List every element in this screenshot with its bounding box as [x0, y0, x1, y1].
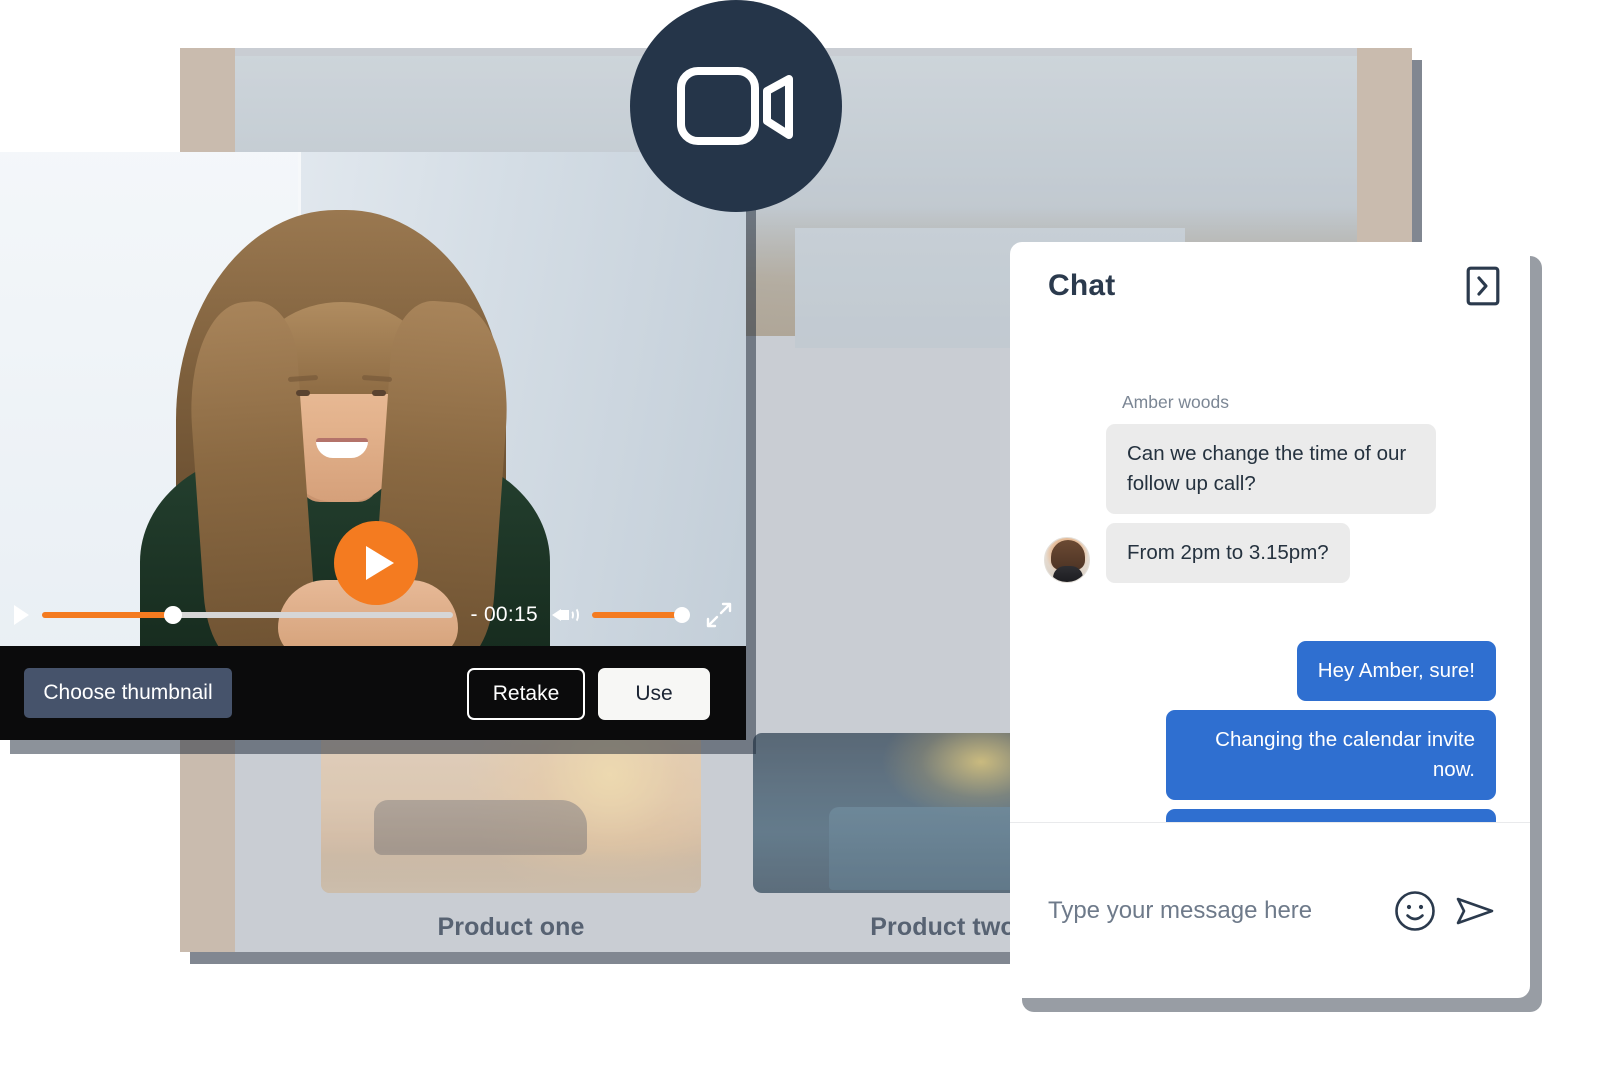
chat-bubble-incoming: From 2pm to 3.15pm?: [1106, 523, 1350, 583]
volume-on-icon[interactable]: [552, 603, 580, 627]
send-paper-plane-icon[interactable]: [1454, 890, 1496, 932]
video-recorder-card: - 00:15 Choose thumbnail Retake Use: [0, 152, 746, 740]
play-icon: [366, 546, 394, 580]
play-icon[interactable]: [14, 605, 29, 625]
chat-sender-name: Amber woods: [1122, 392, 1229, 412]
product-one-title: Product one: [437, 913, 585, 941]
chat-message-row: Let me know if you have any other questi…: [1044, 809, 1496, 822]
time-remaining-label: - 00:15: [470, 603, 538, 626]
screenshot-stage: RODUCT NAME]. As a valued ls and promoti…: [0, 0, 1622, 1066]
chat-bubble-incoming: Can we change the time of our follow up …: [1106, 424, 1436, 514]
video-camera-badge: [630, 0, 842, 212]
video-progress-slider[interactable]: [42, 606, 453, 624]
avatar: [1044, 537, 1090, 583]
video-transport-controls: - 00:15: [0, 584, 746, 646]
chat-message-row: Can we change the time of our follow up …: [1044, 424, 1496, 514]
product-one-image: [321, 733, 701, 893]
chat-bubble-outgoing: Let me know if you have any other questi…: [1166, 809, 1496, 822]
chat-message-row: Hey Amber, sure!: [1044, 641, 1496, 701]
chat-panel: Chat Amber woods Can we change the time …: [1010, 242, 1530, 998]
use-button[interactable]: Use: [598, 668, 710, 720]
chat-bubble-outgoing: Hey Amber, sure!: [1296, 641, 1496, 701]
chat-title: Chat: [1048, 269, 1116, 302]
presenter-eye-right: [372, 390, 386, 396]
volume-slider[interactable]: [592, 607, 690, 623]
volume-wave-large: [570, 607, 579, 623]
smiley-face-icon[interactable]: [1394, 890, 1436, 932]
video-action-bar: Choose thumbnail Retake Use: [0, 646, 746, 740]
chat-message-row: From 2pm to 3.15pm?: [1044, 523, 1496, 583]
presenter-eye-left: [296, 390, 310, 396]
expand-icon[interactable]: [706, 602, 732, 628]
video-camera-icon: [677, 67, 793, 145]
chat-message-row: Changing the calendar invite now.: [1044, 710, 1496, 800]
video-preview[interactable]: - 00:15: [0, 152, 746, 646]
chat-bubble-outgoing: Changing the calendar invite now.: [1166, 710, 1496, 800]
chat-message-input[interactable]: [1048, 896, 1376, 925]
retake-button[interactable]: Retake: [467, 668, 585, 720]
chat-message-list: Amber woods Can we change the time of ou…: [1010, 330, 1530, 822]
video-progress-handle[interactable]: [164, 606, 183, 624]
collapse-panel-right-icon[interactable]: [1466, 266, 1500, 306]
choose-thumbnail-button[interactable]: Choose thumbnail: [24, 668, 232, 718]
video-progress-fill: [42, 612, 174, 618]
presenter-mouth: [316, 438, 368, 458]
volume-slider-handle[interactable]: [674, 607, 690, 623]
chat-header: Chat: [1010, 242, 1530, 330]
chat-composer: [1010, 822, 1530, 998]
product-card: Product one This van is a versatile and …: [321, 733, 701, 952]
